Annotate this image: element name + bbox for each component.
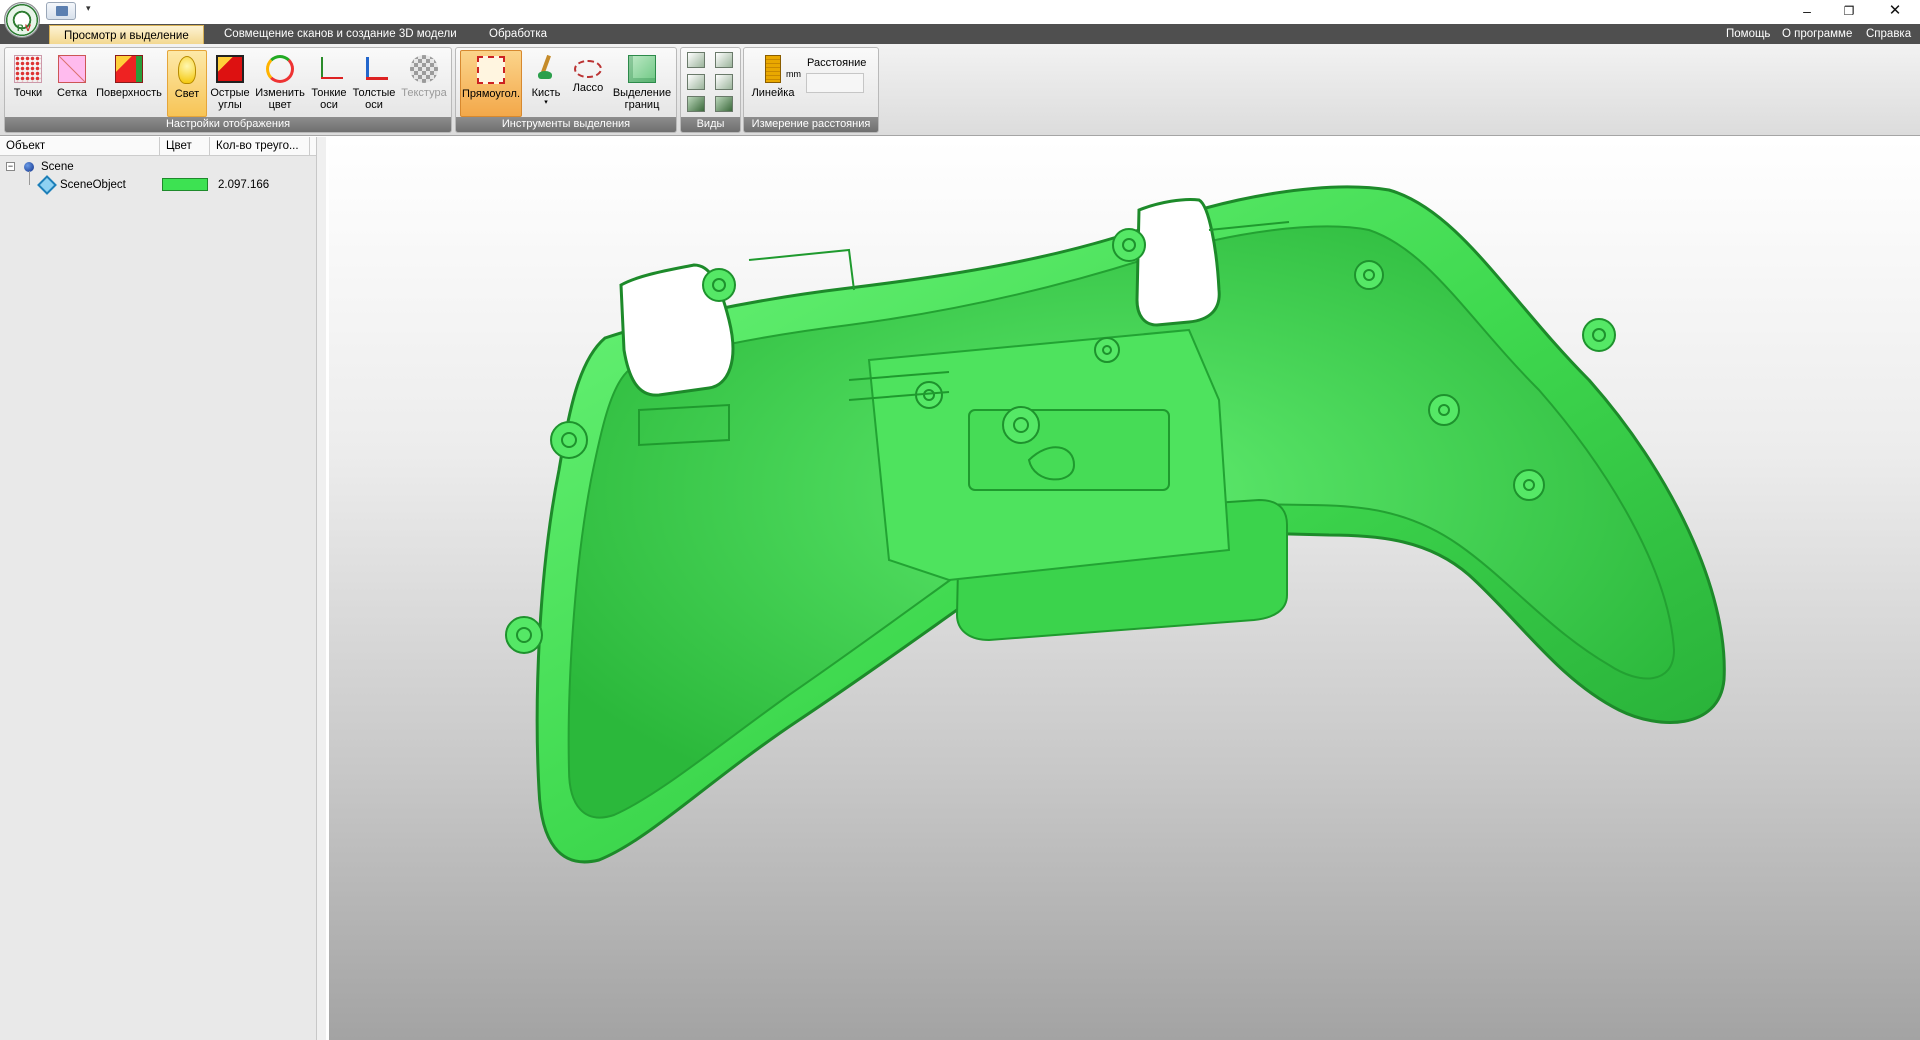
- object-color-swatch[interactable]: [162, 178, 208, 191]
- brush-icon: [532, 55, 560, 83]
- close-button[interactable]: ✕: [1872, 0, 1918, 22]
- ribbon: Точки Сетка Поверхность Свет Острые углы…: [0, 44, 1920, 136]
- texture-checker-icon: [410, 55, 438, 83]
- distance-label: Расстояние: [807, 57, 867, 69]
- group-display-settings: Точки Сетка Поверхность Свет Острые углы…: [4, 47, 452, 133]
- lasso-select-button[interactable]: Лассо: [568, 50, 608, 117]
- view-back-icon[interactable]: [715, 52, 733, 68]
- column-header-color[interactable]: Цвет: [160, 137, 210, 156]
- quick-access-dropdown-icon[interactable]: ▾: [86, 3, 91, 14]
- brush-dropdown-icon[interactable]: ▾: [528, 99, 564, 107]
- tree-item-label: SceneObject: [60, 179, 126, 191]
- view-front-icon[interactable]: [687, 52, 705, 68]
- mesh-object-icon: [37, 175, 57, 195]
- tree-row-scene[interactable]: − Scene: [0, 158, 316, 185]
- group-label-measure: Измерение расстояния: [744, 117, 878, 132]
- scene-tree-panel: Объект Цвет Кол-во треуго... − Scene Sce…: [0, 137, 326, 1040]
- group-label-display: Настройки отображения: [5, 117, 451, 132]
- tab-view-selection[interactable]: Просмотр и выделение: [49, 25, 204, 44]
- tree-item-label: Scene: [41, 161, 74, 173]
- group-label-views: Виды: [681, 117, 740, 132]
- ribbon-tab-bar: Просмотр и выделение Совмещение сканов и…: [0, 24, 1920, 44]
- menu-about[interactable]: О программе: [1782, 24, 1852, 44]
- app-logo-icon[interactable]: R V: [4, 2, 40, 38]
- tab-processing[interactable]: Обработка: [475, 24, 561, 44]
- column-header-object[interactable]: Объект: [0, 137, 160, 156]
- panel-scrollbar[interactable]: [316, 137, 326, 1040]
- sharp-edges-button[interactable]: Острые углы: [209, 50, 251, 117]
- restore-button[interactable]: ❐: [1826, 0, 1872, 22]
- ruler-icon: mm: [765, 55, 801, 83]
- lasso-icon: [574, 60, 602, 78]
- boundary-select-button[interactable]: Выделение границ: [610, 50, 674, 117]
- thick-axes-icon: [360, 55, 388, 83]
- group-views: Виды: [680, 47, 741, 133]
- tree-header: Объект Цвет Кол-во треуго...: [0, 137, 316, 156]
- ruler-button[interactable]: mm Линейка: [748, 50, 801, 117]
- change-color-button[interactable]: Изменить цвет: [253, 50, 307, 117]
- light-bulb-icon: [178, 56, 196, 84]
- 3d-viewport[interactable]: [329, 140, 1920, 1040]
- thick-axes-button[interactable]: Толстые оси: [351, 50, 397, 117]
- group-measure-distance: mm Линейка Расстояние Измерение расстоян…: [743, 47, 879, 133]
- sharp-edges-icon: [216, 55, 244, 83]
- column-header-triangle-count[interactable]: Кол-во треуго...: [210, 137, 310, 156]
- thin-axes-button[interactable]: Тонкие оси: [309, 50, 349, 117]
- gamepad-3d-model[interactable]: [329, 140, 1920, 1040]
- triangle-count: 2.097.166: [218, 179, 270, 191]
- points-icon: [14, 55, 42, 83]
- minimize-button[interactable]: –: [1784, 0, 1830, 22]
- surface-cube-icon: [115, 55, 143, 83]
- collapse-icon[interactable]: −: [6, 162, 15, 171]
- mesh-icon: [58, 55, 86, 83]
- tree-row-sceneobject[interactable]: SceneObject 2.097.166: [0, 175, 316, 195]
- menu-help[interactable]: Помощь: [1726, 24, 1770, 44]
- right-trigger-hole: [1135, 198, 1221, 327]
- rectangle-select-button[interactable]: Прямоугол.: [460, 50, 522, 117]
- mesh-button[interactable]: Сетка: [53, 50, 91, 117]
- light-button[interactable]: Свет: [167, 50, 207, 117]
- brush-select-button[interactable]: Кисть ▾: [528, 50, 564, 117]
- boundary-cube-icon: [628, 55, 656, 83]
- view-top-icon[interactable]: [687, 96, 705, 112]
- title-bar: R V ▾ – ❐ ✕: [0, 0, 1920, 38]
- group-selection-tools: Прямоугол. Кисть ▾ Лассо Выделение грани…: [455, 47, 677, 133]
- thin-axes-icon: [315, 55, 343, 83]
- points-button[interactable]: Точки: [11, 50, 45, 117]
- quick-access-save-icon[interactable]: [46, 2, 76, 20]
- group-label-selection: Инструменты выделения: [456, 117, 676, 132]
- view-bottom-icon[interactable]: [715, 96, 733, 112]
- view-left-icon[interactable]: [687, 74, 705, 90]
- rectangle-select-icon: [477, 56, 505, 84]
- menu-reference[interactable]: Справка: [1866, 24, 1911, 44]
- tab-align-model[interactable]: Совмещение сканов и создание 3D модели: [210, 24, 471, 44]
- view-right-icon[interactable]: [715, 74, 733, 90]
- distance-field[interactable]: [806, 73, 864, 93]
- texture-button[interactable]: Текстура: [399, 50, 449, 117]
- color-wheel-icon: [266, 55, 294, 83]
- surface-button[interactable]: Поверхность: [95, 50, 163, 117]
